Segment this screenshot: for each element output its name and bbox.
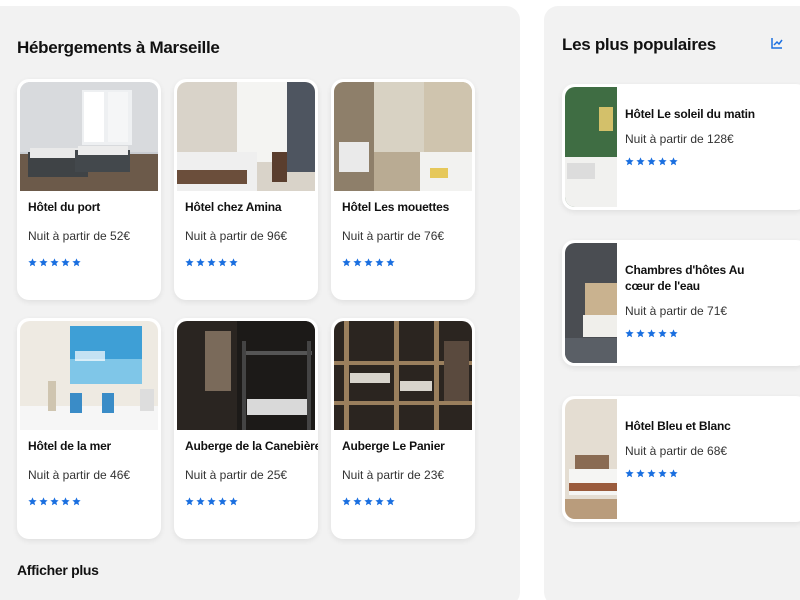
hotel-price: Nuit à partir de 68€ bbox=[625, 444, 728, 458]
star-icon bbox=[28, 258, 37, 267]
star-icon bbox=[342, 258, 351, 267]
star-icon bbox=[669, 157, 678, 166]
star-icon bbox=[669, 329, 678, 338]
star-icon bbox=[658, 329, 667, 338]
star-icon bbox=[625, 329, 634, 338]
hotel-photo bbox=[177, 321, 315, 430]
hotel-name: Auberge Le Panier bbox=[342, 439, 445, 453]
star-icon bbox=[647, 469, 656, 478]
hotel-name: Hôtel chez Amina bbox=[185, 200, 282, 214]
star-icon bbox=[636, 157, 645, 166]
show-more-link[interactable]: Afficher plus bbox=[17, 562, 99, 578]
hotel-price: Nuit à partir de 52€ bbox=[28, 229, 131, 243]
hotel-name: Hôtel Le soleil du matin bbox=[625, 107, 755, 121]
rating-stars bbox=[185, 258, 238, 267]
star-icon bbox=[185, 497, 194, 506]
star-icon bbox=[658, 469, 667, 478]
hotel-card[interactable]: Auberge de la Canebière Nuit à partir de… bbox=[174, 318, 318, 539]
rating-stars bbox=[185, 497, 238, 506]
popular-title: Les plus populaires bbox=[562, 35, 716, 54]
hotel-card[interactable]: Hôtel de la mer Nuit à partir de 46€ bbox=[17, 318, 161, 539]
star-icon bbox=[218, 258, 227, 267]
star-icon bbox=[39, 258, 48, 267]
hotel-card[interactable]: Hôtel du port Nuit à partir de 52€ bbox=[17, 79, 161, 300]
star-icon bbox=[61, 497, 70, 506]
hotel-photo bbox=[20, 82, 158, 191]
hotel-name: Hôtel de la mer bbox=[28, 439, 112, 453]
hotel-price: Nuit à partir de 46€ bbox=[28, 468, 131, 482]
star-icon bbox=[218, 497, 227, 506]
star-icon bbox=[386, 497, 395, 506]
star-icon bbox=[229, 497, 238, 506]
star-icon bbox=[196, 497, 205, 506]
star-icon bbox=[375, 258, 384, 267]
star-icon bbox=[207, 258, 216, 267]
star-icon bbox=[636, 469, 645, 478]
accommodations-panel: Hébergements à Marseille Hôtel du port N… bbox=[0, 6, 520, 600]
chart-icon[interactable] bbox=[771, 37, 783, 49]
hotel-photo bbox=[565, 399, 617, 519]
star-icon bbox=[207, 497, 216, 506]
star-icon bbox=[636, 329, 645, 338]
hotel-photo bbox=[565, 243, 617, 363]
hotel-photo bbox=[334, 82, 472, 191]
star-icon bbox=[61, 258, 70, 267]
star-icon bbox=[647, 329, 656, 338]
star-icon bbox=[72, 258, 81, 267]
hotel-photo bbox=[20, 321, 158, 430]
hotel-card[interactable]: Hôtel chez Amina Nuit à partir de 96€ bbox=[174, 79, 318, 300]
rating-stars bbox=[342, 497, 395, 506]
hotel-name: Hôtel Les mouettes bbox=[342, 200, 450, 214]
page-title: Hébergements à Marseille bbox=[17, 38, 220, 57]
star-icon bbox=[625, 469, 634, 478]
hotel-name: Hôtel du port bbox=[28, 200, 101, 214]
star-icon bbox=[375, 497, 384, 506]
star-icon bbox=[364, 497, 373, 506]
star-icon bbox=[364, 258, 373, 267]
popular-panel: Les plus populaires Hôtel Le soleil du m… bbox=[544, 6, 800, 600]
hotel-photo bbox=[565, 87, 617, 207]
rating-stars bbox=[625, 329, 678, 338]
star-icon bbox=[39, 497, 48, 506]
star-icon bbox=[50, 497, 59, 506]
hotel-price: Nuit à partir de 96€ bbox=[185, 229, 288, 243]
star-icon bbox=[50, 258, 59, 267]
star-icon bbox=[28, 497, 37, 506]
star-icon bbox=[353, 497, 362, 506]
star-icon bbox=[386, 258, 395, 267]
hotel-price: Nuit à partir de 128€ bbox=[625, 132, 734, 146]
hotel-name: Chambres d'hôtes Au cœur de l'eau bbox=[625, 263, 745, 293]
hotel-card[interactable]: Hôtel Les mouettes Nuit à partir de 76€ bbox=[331, 79, 475, 300]
star-icon bbox=[185, 258, 194, 267]
star-icon bbox=[72, 497, 81, 506]
hotel-price: Nuit à partir de 23€ bbox=[342, 468, 445, 482]
star-icon bbox=[669, 469, 678, 478]
hotel-name: Hôtel Bleu et Blanc bbox=[625, 419, 731, 433]
star-icon bbox=[353, 258, 362, 267]
rating-stars bbox=[625, 469, 678, 478]
hotel-price: Nuit à partir de 71€ bbox=[625, 304, 728, 318]
hotel-photo bbox=[177, 82, 315, 191]
hotel-name: Auberge de la Canebière bbox=[185, 439, 318, 453]
star-icon bbox=[625, 157, 634, 166]
rating-stars bbox=[28, 258, 81, 267]
rating-stars bbox=[625, 157, 678, 166]
star-icon bbox=[196, 258, 205, 267]
star-icon bbox=[658, 157, 667, 166]
star-icon bbox=[229, 258, 238, 267]
rating-stars bbox=[342, 258, 395, 267]
popular-hotel-card[interactable]: Hôtel Le soleil du matin Nuit à partir d… bbox=[562, 84, 800, 210]
popular-hotel-card[interactable]: Chambres d'hôtes Au cœur de l'eau Nuit à… bbox=[562, 240, 800, 366]
hotel-photo bbox=[334, 321, 472, 430]
popular-hotel-card[interactable]: Hôtel Bleu et Blanc Nuit à partir de 68€ bbox=[562, 396, 800, 522]
star-icon bbox=[342, 497, 351, 506]
hotel-card[interactable]: Auberge Le Panier Nuit à partir de 23€ bbox=[331, 318, 475, 539]
hotel-price: Nuit à partir de 25€ bbox=[185, 468, 288, 482]
star-icon bbox=[647, 157, 656, 166]
hotel-price: Nuit à partir de 76€ bbox=[342, 229, 445, 243]
rating-stars bbox=[28, 497, 81, 506]
